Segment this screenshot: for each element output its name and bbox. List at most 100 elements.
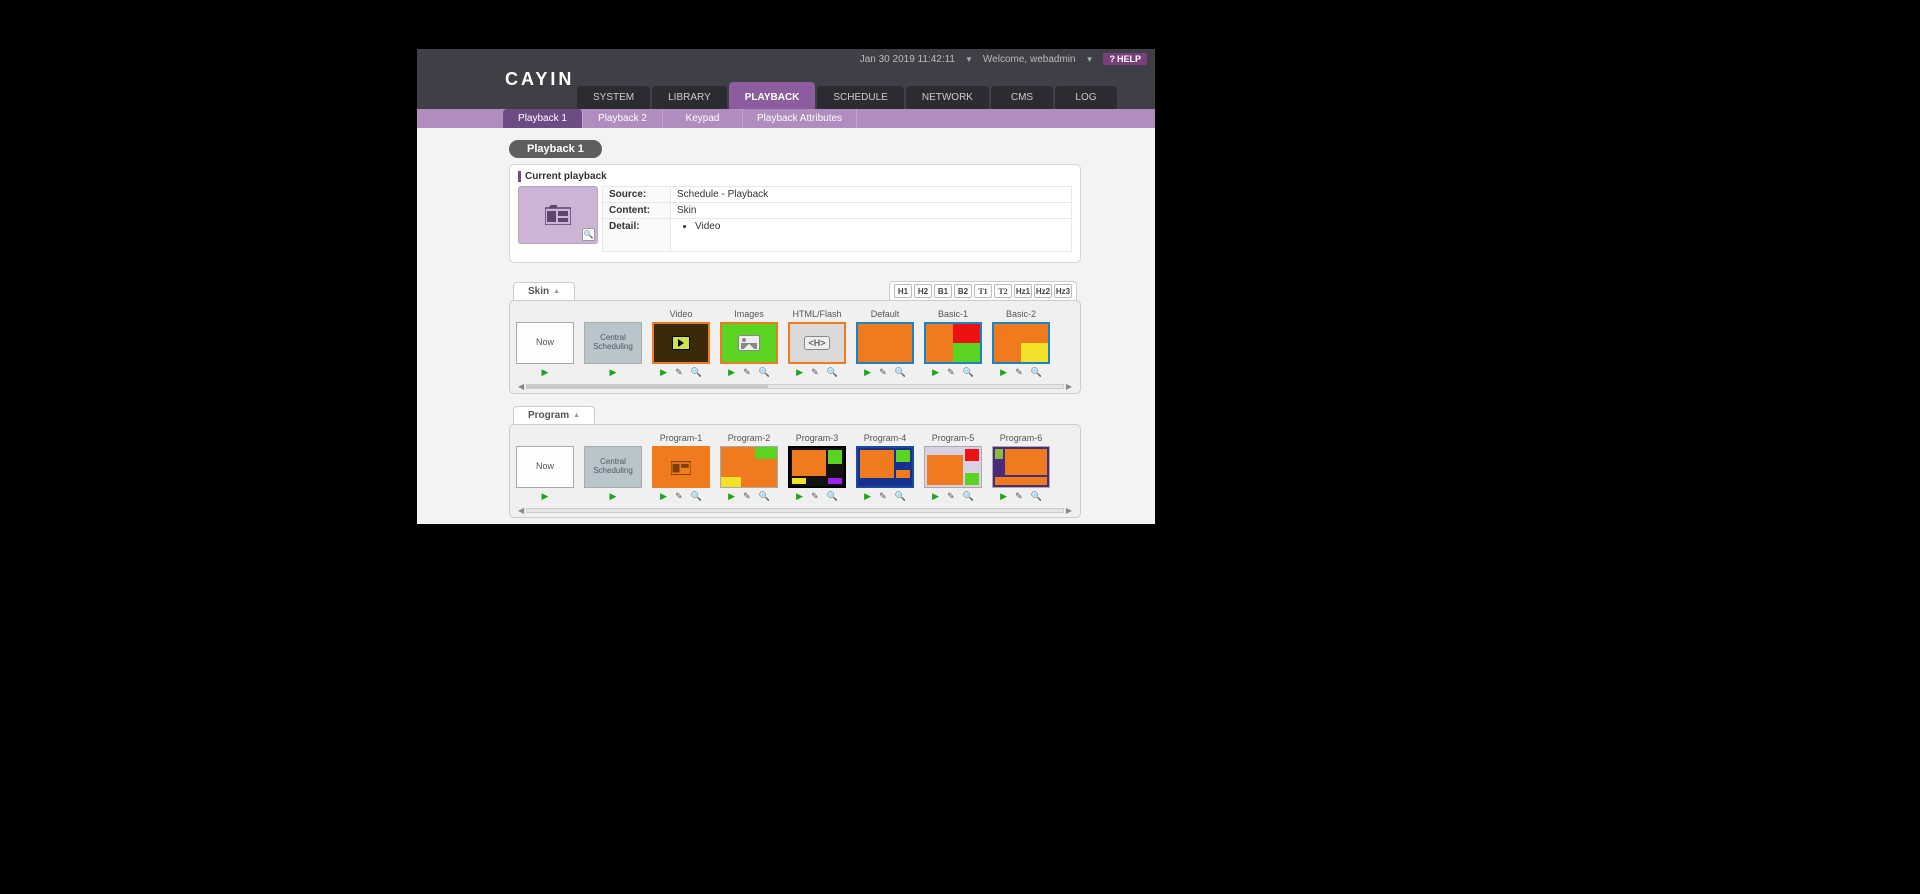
scrollbar-thumb[interactable]: [527, 385, 768, 388]
chevron-down-icon[interactable]: ▼: [1086, 55, 1094, 64]
skin-default-thumb[interactable]: [856, 322, 914, 364]
main-tab-network[interactable]: NETWORK: [906, 86, 989, 109]
skin-basic1-thumb[interactable]: [924, 322, 982, 364]
zoom-icon[interactable]: 🔍: [963, 368, 974, 378]
play-icon[interactable]: ▶: [1000, 368, 1007, 378]
program5-thumb[interactable]: [924, 446, 982, 488]
skin-html-thumb[interactable]: <H>: [788, 322, 846, 364]
program3-thumb[interactable]: [788, 446, 846, 488]
skin-basic2-thumb[interactable]: [992, 322, 1050, 364]
play-icon[interactable]: ▶: [728, 492, 735, 502]
scrollbar-track[interactable]: [526, 508, 1064, 513]
subtab-playback2[interactable]: Playback 2: [583, 109, 663, 128]
scroll-right-icon[interactable]: ▶: [1066, 506, 1072, 515]
subtab-playback1[interactable]: Playback 1: [503, 109, 583, 128]
play-icon[interactable]: ▶: [610, 492, 617, 502]
zoom-icon[interactable]: 🔍: [759, 492, 770, 502]
zoom-icon[interactable]: 🔍: [1031, 368, 1042, 378]
zoom-icon[interactable]: 🔍: [895, 368, 906, 378]
current-playback-thumbnail[interactable]: 🔍: [518, 186, 598, 244]
edit-icon[interactable]: ✎: [675, 368, 683, 378]
skin-images-thumb[interactable]: [720, 322, 778, 364]
program2-thumb[interactable]: [720, 446, 778, 488]
zoom-icon[interactable]: 🔍: [691, 492, 702, 502]
play-icon[interactable]: ▶: [796, 492, 803, 502]
zoom-icon[interactable]: 🔍: [895, 492, 906, 502]
zoom-icon[interactable]: 🔍: [963, 492, 974, 502]
edit-icon[interactable]: ✎: [743, 492, 751, 502]
edit-icon[interactable]: ✎: [947, 492, 955, 502]
program4-thumb[interactable]: [856, 446, 914, 488]
tool-h2-icon[interactable]: H2: [914, 284, 932, 298]
edit-icon[interactable]: ✎: [811, 368, 819, 378]
main-tab-playback[interactable]: PLAYBACK: [729, 82, 816, 109]
play-icon[interactable]: ▶: [728, 368, 735, 378]
program-scrollbar[interactable]: ◀ ▶: [516, 506, 1074, 515]
edit-icon[interactable]: ✎: [743, 368, 751, 378]
zoom-icon[interactable]: 🔍: [827, 492, 838, 502]
zoom-icon[interactable]: 🔍: [691, 368, 702, 378]
detail-scroll[interactable]: Video: [677, 221, 1065, 249]
skin-tab[interactable]: Skin ▲: [513, 282, 575, 300]
layout-preview: [858, 448, 912, 486]
scroll-right-icon[interactable]: ▶: [1066, 382, 1072, 391]
chevron-down-icon[interactable]: ▼: [965, 55, 973, 64]
skin-video-thumb[interactable]: [652, 322, 710, 364]
main-tab-system[interactable]: SYSTEM: [577, 86, 650, 109]
tool-t2-icon[interactable]: T2: [994, 284, 1012, 298]
tool-t1-icon[interactable]: T1: [974, 284, 992, 298]
edit-icon[interactable]: ✎: [675, 492, 683, 502]
edit-icon[interactable]: ✎: [1015, 492, 1023, 502]
program-now-thumb[interactable]: Now: [516, 446, 574, 488]
scrollbar-track[interactable]: [526, 384, 1064, 389]
skin-now-thumb[interactable]: Now: [516, 322, 574, 364]
tool-hz3-icon[interactable]: Hz3: [1054, 284, 1072, 298]
play-icon[interactable]: ▶: [932, 492, 939, 502]
play-icon[interactable]: ▶: [660, 368, 667, 378]
subtab-playback-attributes[interactable]: Playback Attributes: [743, 109, 857, 128]
main-tab-schedule[interactable]: SCHEDULE: [817, 86, 903, 109]
tool-hz2-icon[interactable]: Hz2: [1034, 284, 1052, 298]
play-icon[interactable]: ▶: [610, 368, 617, 378]
zoom-icon[interactable]: 🔍: [827, 368, 838, 378]
skin-item-images: Images ▶ ✎ 🔍: [720, 309, 778, 378]
tool-b1-icon[interactable]: B1: [934, 284, 952, 298]
edit-icon[interactable]: ✎: [811, 492, 819, 502]
thumb-label: Program-4: [856, 433, 914, 444]
scroll-left-icon[interactable]: ◀: [518, 382, 524, 391]
main-tab-library[interactable]: LIBRARY: [652, 86, 727, 109]
tool-b2-icon[interactable]: B2: [954, 284, 972, 298]
edit-icon[interactable]: ✎: [879, 368, 887, 378]
help-icon: ?: [1109, 54, 1115, 64]
tool-hz1-icon[interactable]: Hz1: [1014, 284, 1032, 298]
zoom-icon[interactable]: 🔍: [1031, 492, 1042, 502]
program-item-now: Now ▶: [516, 433, 574, 502]
edit-icon[interactable]: ✎: [1015, 368, 1023, 378]
skin-scrollbar[interactable]: ◀ ▶: [516, 382, 1074, 391]
scroll-left-icon[interactable]: ◀: [518, 506, 524, 515]
program-central-thumb[interactable]: Central Scheduling: [584, 446, 642, 488]
main-tab-cms[interactable]: CMS: [991, 86, 1053, 109]
page-title: Playback 1: [509, 140, 602, 158]
program-tab[interactable]: Program ▲: [513, 406, 595, 424]
help-button[interactable]: ? HELP: [1103, 53, 1147, 65]
play-icon[interactable]: ▶: [796, 368, 803, 378]
subtab-keypad[interactable]: Keypad: [663, 109, 743, 128]
play-icon[interactable]: ▶: [932, 368, 939, 378]
play-icon[interactable]: ▶: [864, 492, 871, 502]
play-icon[interactable]: ▶: [1000, 492, 1007, 502]
play-icon[interactable]: ▶: [542, 492, 549, 502]
edit-icon[interactable]: ✎: [947, 368, 955, 378]
play-icon[interactable]: ▶: [660, 492, 667, 502]
play-icon[interactable]: ▶: [864, 368, 871, 378]
play-icon[interactable]: ▶: [542, 368, 549, 378]
zoom-icon[interactable]: 🔍: [759, 368, 770, 378]
zoom-icon[interactable]: 🔍: [582, 228, 595, 241]
skin-central-thumb[interactable]: Central Scheduling: [584, 322, 642, 364]
edit-icon[interactable]: ✎: [879, 492, 887, 502]
skin-section: Skin ▲ H1 H2 B1 B2 T1 T2 Hz1 Hz2 Hz3: [509, 281, 1081, 394]
main-tab-log[interactable]: LOG: [1055, 86, 1117, 109]
tool-h1-icon[interactable]: H1: [894, 284, 912, 298]
program6-thumb[interactable]: [992, 446, 1050, 488]
program1-thumb[interactable]: [652, 446, 710, 488]
